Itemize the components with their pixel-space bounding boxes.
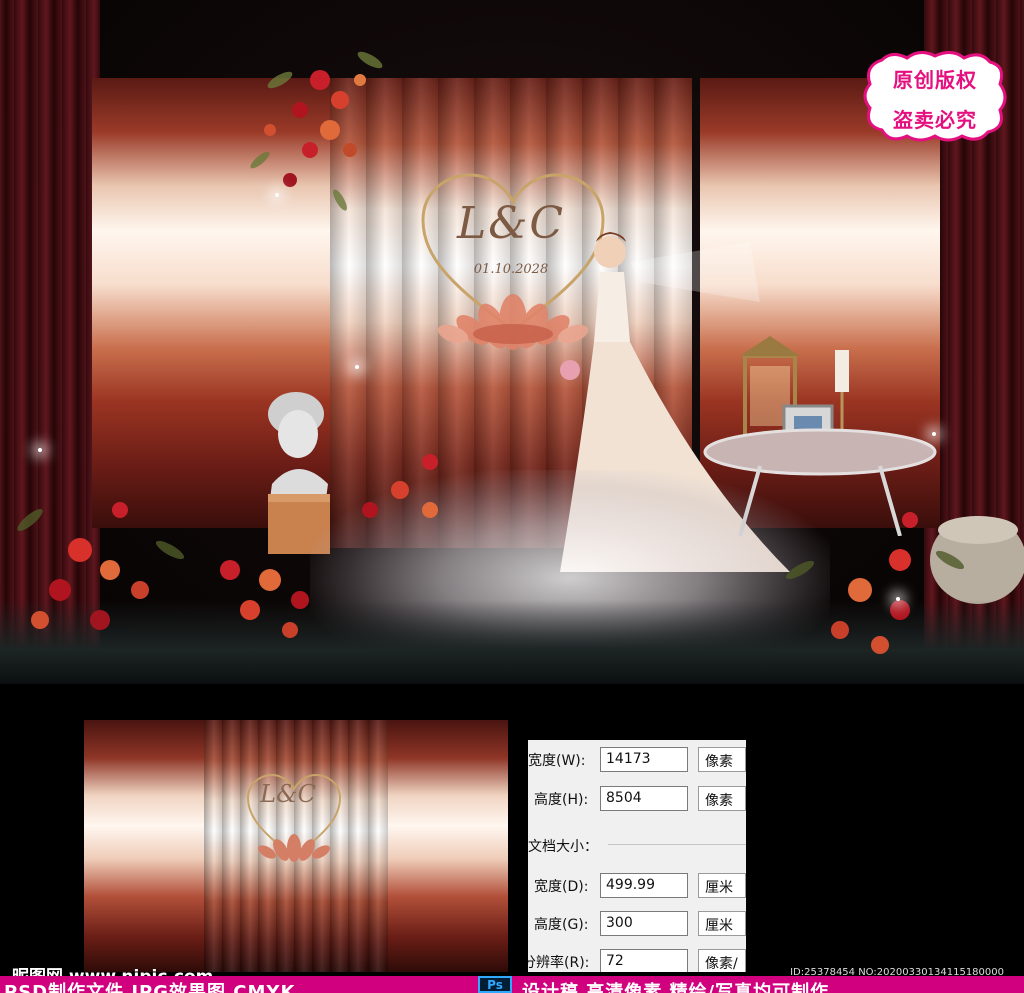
hanging-rose-arrangement-icon xyxy=(250,51,383,211)
center-rose-arrangement-icon xyxy=(362,454,438,518)
promo-bar: PSD制作文件 JPG效果图 CMYK 设计稿 高清像素 精绘/写真均可制作 xyxy=(0,976,1024,993)
height-doc-input[interactable]: 300 xyxy=(600,911,688,936)
width-doc-input[interactable]: 499.99 xyxy=(600,873,688,898)
height-px-input[interactable]: 8504 xyxy=(600,786,688,811)
height-doc-label: 高度(G): xyxy=(534,917,589,933)
light-sparkle xyxy=(38,448,42,452)
width-px-unit-select[interactable]: 像素 xyxy=(698,747,746,772)
photoshop-icon: Ps xyxy=(478,976,512,993)
height-doc-unit-select[interactable]: 厘米 xyxy=(698,911,746,936)
width-px-input[interactable]: 14173 xyxy=(600,747,688,772)
doc-size-row: 文档大小： xyxy=(528,830,746,860)
light-sparkle xyxy=(932,432,936,436)
flat-backdrop-preview xyxy=(84,720,508,972)
promo-text-left: PSD制作文件 JPG效果图 CMYK xyxy=(4,982,296,993)
height-px-label: 高度(H): xyxy=(534,792,589,808)
width-px-row: 宽度(W): 14173 像素 xyxy=(528,744,746,774)
right-rose-arrangement-icon xyxy=(785,512,965,654)
thumb-monogram: L&C xyxy=(260,780,316,808)
height-px-row: 高度(H): 8504 像素 xyxy=(528,783,746,813)
width-doc-unit-select[interactable]: 厘米 xyxy=(698,873,746,898)
light-sparkle xyxy=(275,193,279,197)
base-rose-arrangement-icon xyxy=(220,560,309,638)
badge-line-1: 原创版权 xyxy=(893,68,977,92)
light-sparkle xyxy=(355,365,359,369)
doc-size-label: 文档大小： xyxy=(528,839,598,855)
width-px-label: 宽度(W): xyxy=(528,753,586,769)
wedding-backdrop-render: L&C 01.10.2028 原创版权 盗卖必究 xyxy=(0,0,1024,684)
width-doc-row: 宽度(D): 499.99 厘米 xyxy=(528,870,746,900)
badge-line-2: 盗卖必究 xyxy=(893,108,977,132)
thumb-left-panel xyxy=(84,720,204,972)
thumb-lotus-icon xyxy=(257,834,331,862)
width-doc-label: 宽度(D): xyxy=(534,879,589,895)
left-rose-arrangement-icon xyxy=(17,502,185,630)
light-sparkle xyxy=(896,597,900,601)
image-size-dialog: 宽度(W): 14173 像素 高度(H): 8504 像素 文档大小： 宽度(… xyxy=(528,740,746,972)
section-divider xyxy=(608,844,746,845)
height-px-unit-select[interactable]: 像素 xyxy=(698,786,746,811)
thumb-right-panel xyxy=(388,720,508,972)
height-doc-row: 高度(G): 300 厘米 xyxy=(528,908,746,938)
promo-text-right: 设计稿 高清像素 精绘/写真均可制作 xyxy=(522,982,830,993)
